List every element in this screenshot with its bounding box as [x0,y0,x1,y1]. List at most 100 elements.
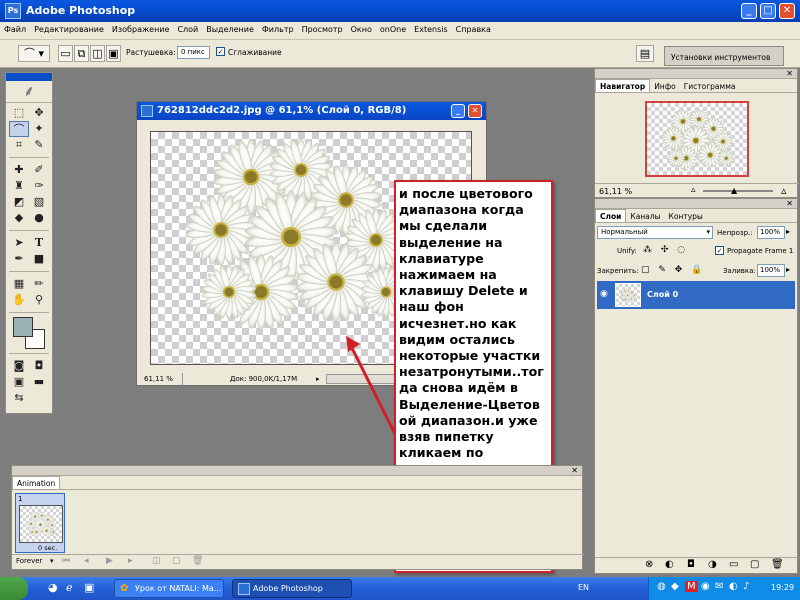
screen-mode-standard-icon[interactable]: ▣ [9,374,29,390]
feather-input[interactable]: 0 пикс [177,46,210,59]
tray-icon-5[interactable]: ✉ [715,581,723,592]
toolbox-header[interactable] [6,73,52,81]
delete-layer-icon[interactable]: 🗑 [771,559,784,570]
document-titlebar[interactable]: 762812ddc2d2.jpg @ 61,1% (Слой 0, RGB/8)… [137,102,486,120]
tab-channels[interactable]: Каналы [626,210,664,223]
first-frame-icon[interactable]: ⏮ [62,556,70,566]
lock-icons[interactable]: ▢ ✎ ✥ 🔒 [641,265,705,275]
tray-mail-icon[interactable]: M [685,581,698,592]
opacity-arrow-icon[interactable]: ▸ [786,227,790,236]
adjustment-layer-icon[interactable]: ◑ [708,559,717,570]
frame-delay[interactable]: 0 sec. [38,544,57,552]
tray-volume-icon[interactable]: ♪ [743,581,749,592]
tray-icon-4[interactable]: ◉ [701,581,710,592]
layer-row-selected[interactable]: ◉ Слой 0 [597,281,795,309]
unify-icons[interactable]: ⁂ ✣ ◌ [643,245,688,255]
opacity-input[interactable]: 100% [757,226,785,239]
link-layers-icon[interactable]: ⊗ [645,559,653,570]
pen-tool-icon[interactable]: ✒ [9,251,29,267]
propagate-checkbox[interactable]: ✓ [715,246,724,255]
fill-arrow-icon[interactable]: ▸ [786,265,790,274]
marquee-tool-icon[interactable]: ⬚ [9,105,29,121]
quicklaunch-ie-icon[interactable]: ℯ [66,581,73,594]
intersect-selection-icon[interactable]: ▣ [106,45,121,62]
taskbar-item-photoshop[interactable]: Adobe Photoshop [232,579,352,598]
slice-tool-icon[interactable]: ✎ [29,137,49,153]
minimize-button[interactable]: _ [741,3,757,19]
tray-icon-2[interactable]: ◆ [671,581,679,592]
zoom-in-icon[interactable]: ▵ [781,184,787,197]
menu-select[interactable]: Выделение [202,22,258,34]
prev-frame-icon[interactable]: ◂ [84,556,89,566]
loop-select[interactable]: Forever [16,557,42,565]
subtract-selection-icon[interactable]: ◫ [90,45,105,62]
tab-navigator[interactable]: Навигатор [595,79,651,92]
path-selection-tool-icon[interactable]: ➤ [9,235,29,251]
menu-window[interactable]: Окно [347,22,376,34]
start-button[interactable] [0,577,28,600]
language-indicator[interactable]: EN [578,583,589,592]
shape-tool-icon[interactable]: ■ [29,251,49,267]
layer-mask-icon[interactable]: ◘ [687,559,695,570]
hand-tool-icon[interactable]: ✋ [9,292,29,308]
zoom-slider-thumb-icon[interactable]: ▲ [731,186,737,195]
maximize-button[interactable]: □ [760,3,776,19]
screen-mode-full-icon[interactable]: ▬ [29,374,49,390]
new-layer-icon[interactable]: ▢ [750,559,759,570]
eyedropper-tool-icon[interactable]: ✏ [29,276,49,292]
tab-paths[interactable]: Контуры [665,210,707,223]
menu-view[interactable]: Просмотр [298,22,347,34]
menu-image[interactable]: Изображение [108,22,174,34]
tray-icon-6[interactable]: ◐ [729,581,738,592]
close-button[interactable]: ✕ [779,3,795,19]
doc-close-button[interactable]: ✕ [468,104,482,118]
tray-icon-1[interactable]: ◍ [657,581,666,592]
standard-mode-icon[interactable]: ◙ [9,358,29,374]
tab-histogram[interactable]: Гистограмма [680,80,740,93]
layer-style-icon[interactable]: ◐ [665,559,674,570]
tab-info[interactable]: Инфо [650,80,680,93]
jump-to-imageready-icon[interactable]: ⇆ [9,390,29,406]
notes-tool-icon[interactable]: ▦ [9,276,29,292]
document-zoom[interactable]: 61,11 % [144,375,173,383]
panel-close-icon[interactable]: ✕ [786,69,793,78]
menu-layer[interactable]: Слой [173,22,202,34]
type-tool-icon[interactable]: T [29,235,49,251]
zoom-out-icon[interactable]: ▵ [691,185,696,195]
fill-input[interactable]: 100% [757,264,785,277]
palette-well-icon[interactable]: ▤ [636,45,654,62]
menu-extensis[interactable]: Extensis [410,22,451,34]
menu-help[interactable]: Справка [452,22,495,34]
menu-onone[interactable]: onOne [376,22,410,34]
delete-frame-icon[interactable]: 🗑 [192,556,203,566]
new-selection-icon[interactable]: ▭ [58,45,73,62]
next-frame-icon[interactable]: ▸ [128,556,133,566]
quicklaunch-desktop-icon[interactable]: ▣ [84,581,94,594]
lasso-tool-preset-picker[interactable]: ⌒ ▾ [18,45,50,62]
play-icon[interactable]: ▶ [106,556,113,566]
tab-layers[interactable]: Слои [595,209,627,222]
quicklaunch-firefox-icon[interactable]: ◕ [48,581,58,594]
menu-filter[interactable]: Фильтр [258,22,298,34]
quick-mask-mode-icon[interactable]: ◘ [29,358,49,374]
magic-wand-tool-icon[interactable]: ✦ [29,121,49,137]
loop-dropdown-icon[interactable]: ▾ [50,557,54,565]
eraser-tool-icon[interactable]: ◩ [9,194,29,210]
animation-close-icon[interactable]: ✕ [571,466,578,475]
healing-brush-tool-icon[interactable]: ✚ [9,162,29,178]
new-group-icon[interactable]: ▭ [729,559,738,570]
brush-tool-icon[interactable]: ✐ [29,162,49,178]
dodge-tool-icon[interactable]: ● [29,210,49,226]
layer-name[interactable]: Слой 0 [647,290,678,299]
zoom-slider[interactable] [703,190,773,192]
antialias-checkbox[interactable]: ✓ [216,47,225,56]
zoom-tool-icon[interactable]: ⚲ [29,292,49,308]
clone-stamp-tool-icon[interactable]: ♜ [9,178,29,194]
taskbar-item-browser[interactable]: ✿ Урок от NATALI: Ма... [114,579,224,598]
lasso-tool-icon[interactable]: ⌒ [9,121,29,137]
layers-panel-close-icon[interactable]: ✕ [786,199,793,208]
menu-edit[interactable]: Редактирование [30,22,108,34]
doc-minimize-button[interactable]: _ [451,104,465,118]
duplicate-frame-icon[interactable]: ▢ [172,556,181,566]
blur-tool-icon[interactable]: ◆ [9,210,29,226]
